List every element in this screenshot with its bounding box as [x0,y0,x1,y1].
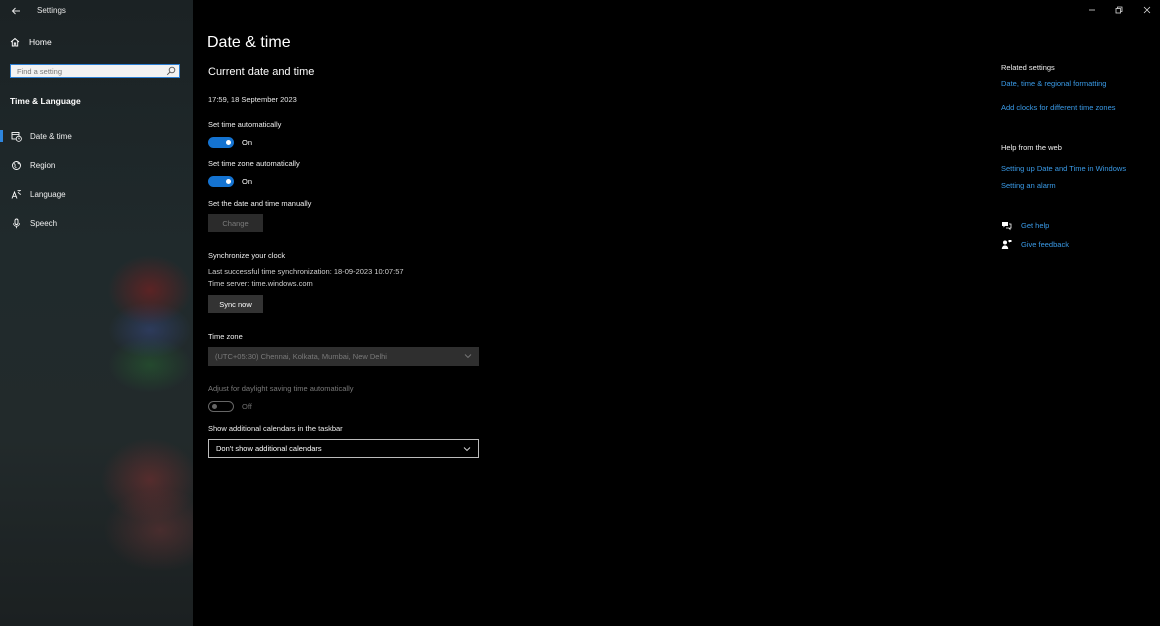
link-add-clocks[interactable]: Add clocks for different time zones [1001,103,1116,112]
chevron-down-icon [464,354,472,359]
minimize-icon [1089,9,1095,11]
language-icon [10,188,22,200]
calendars-label: Show additional calendars in the taskbar [208,424,343,433]
app-title: Settings [37,6,66,15]
daylight-toggle[interactable] [208,401,234,412]
settings-window: Settings Home Find a setting Time & Lang… [0,0,1160,626]
sidebar-item-speech[interactable]: Speech [0,214,193,232]
toggle-state: On [242,177,253,186]
feedback-person-icon [1001,239,1012,250]
chevron-down-icon [463,447,471,452]
give-feedback-label: Give feedback [1021,240,1069,249]
sidebar-item-label: Date & time [30,131,72,141]
chat-help-icon [1001,220,1012,231]
get-help-label: Get help [1021,221,1050,230]
set-time-auto-toggle[interactable] [208,137,234,148]
toggle-state: On [242,138,253,147]
daylight-label: Adjust for daylight saving time automati… [208,384,354,393]
set-timezone-auto-label: Set time zone automatically [208,159,300,168]
link-regional-formatting[interactable]: Date, time & regional formatting [1001,79,1106,88]
search-placeholder: Find a setting [17,67,63,76]
change-button[interactable]: Change [208,214,263,232]
give-feedback-link[interactable]: Give feedback [1001,239,1069,250]
last-sync-text: Last successful time synchronization: 18… [208,267,404,276]
set-manual-label: Set the date and time manually [208,199,312,208]
restore-icon [1115,6,1123,14]
minimize-button[interactable] [1086,4,1098,16]
nav-home[interactable]: Home [10,37,52,47]
page-title: Date & time [207,34,291,51]
calendar-clock-icon [10,130,22,142]
set-timezone-auto-row: On [208,176,252,187]
sidebar-item-region[interactable]: Region [0,156,193,174]
back-arrow-icon [11,7,20,15]
toggle-state: Off [242,402,252,411]
sidebar-item-language[interactable]: Language [0,185,193,203]
link-setup-date-time[interactable]: Setting up Date and Time in Windows [1001,164,1126,173]
sidebar-item-label: Speech [30,218,58,228]
restore-button[interactable] [1113,4,1125,16]
home-icon [10,37,20,47]
search-input[interactable]: Find a setting [10,64,180,78]
calendars-value: Don't show additional calendars [216,444,322,453]
sidebar-item-label: Language [30,189,66,199]
close-button[interactable] [1141,4,1153,16]
get-help-link[interactable]: Get help [1001,220,1049,231]
link-setting-alarm[interactable]: Setting an alarm [1001,181,1056,190]
related-settings-heading: Related settings [1001,63,1055,72]
title-bar: Settings [0,0,193,22]
sidebar: Settings Home Find a setting Time & Lang… [0,0,193,626]
time-server-text: Time server: time.windows.com [208,279,313,288]
timezone-value: (UTC+05:30) Chennai, Kolkata, Mumbai, Ne… [215,352,387,361]
sidebar-item-label: Region [30,160,56,170]
set-timezone-auto-toggle[interactable] [208,176,234,187]
current-datetime: 17:59, 18 September 2023 [208,95,297,104]
set-time-auto-label: Set time automatically [208,120,282,129]
sidebar-section-title: Time & Language [10,96,81,106]
sync-heading: Synchronize your clock [208,251,286,260]
section-subtitle: Current date and time [208,66,315,78]
sidebar-item-date-time[interactable]: Date & time [0,127,193,145]
timezone-label: Time zone [208,332,243,341]
help-heading: Help from the web [1001,143,1062,152]
nav-home-label: Home [29,37,52,47]
timezone-select[interactable]: (UTC+05:30) Chennai, Kolkata, Mumbai, Ne… [208,347,479,366]
microphone-icon [10,217,22,229]
back-button[interactable] [8,3,24,19]
close-icon [1143,6,1151,14]
calendars-select[interactable]: Don't show additional calendars [208,439,479,458]
sync-now-button[interactable]: Sync now [208,295,263,313]
set-time-auto-row: On [208,137,252,148]
search-icon[interactable] [166,66,176,76]
main-content: Date & time Current date and time 17:59,… [193,0,1160,626]
globe-icon [10,159,22,171]
daylight-row: Off [208,401,252,412]
